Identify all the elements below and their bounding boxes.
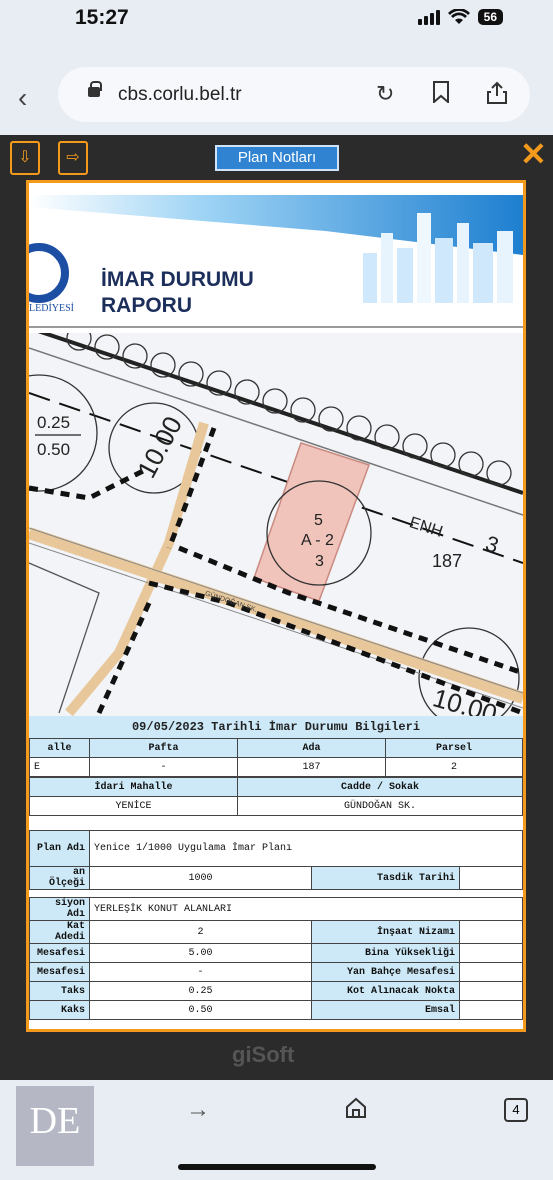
plan-notes-button[interactable]: Plan Notları: [215, 145, 339, 171]
forward-arrow-icon[interactable]: →: [186, 1096, 210, 1124]
label-kaks: Kaks: [29, 1000, 90, 1020]
status-time: 15:27: [75, 6, 129, 29]
cell-cadde-sokak: GÜNDOĞAN SK.: [237, 796, 523, 816]
value-plan-adi: Yenice 1/1000 Uygulama İmar Planı: [89, 830, 523, 867]
battery-icon: 56: [477, 9, 503, 25]
table-gap: [29, 816, 523, 830]
viewer-footer: giSoft: [0, 1032, 553, 1080]
block-no: 187: [432, 551, 462, 571]
watermark-logo: DE: [16, 1086, 94, 1166]
home-icon[interactable]: [344, 1096, 368, 1127]
value-kat-adedi: 2: [89, 920, 312, 944]
close-icon[interactable]: ✕: [520, 135, 547, 173]
cell-pafta: -: [89, 757, 238, 777]
ratio-bottom: 0.50: [37, 440, 70, 459]
zoning-info: 09/05/2023 Tarihli İmar Durumu Bilgileri…: [29, 716, 523, 1020]
info-title: 09/05/2023 Tarihli İmar Durumu Bilgileri: [29, 716, 523, 738]
export-icon[interactable]: ⇨: [58, 141, 88, 175]
city-skyline-icon: [363, 213, 513, 303]
label-plan-olcegi: an Ölçeği: [29, 866, 90, 890]
value-emsal: [459, 1000, 523, 1020]
parcel-bottom: 3: [315, 553, 324, 570]
cell-parsel: 2: [385, 757, 523, 777]
back-chevron-icon[interactable]: ‹: [18, 82, 27, 114]
url-text: cbs.corlu.bel.tr: [118, 84, 242, 105]
col-parsel: Parsel: [385, 738, 523, 758]
info-table-address: İdari Mahalle Cadde / Sokak YENİCE GÜNDO…: [29, 777, 523, 816]
address-bar[interactable]: cbs.corlu.bel.tr ↻: [58, 67, 530, 122]
wifi-icon: [447, 9, 470, 24]
report-title-line1: İMAR DURUMU: [101, 268, 254, 291]
browser-bottom-bar: DE → 4: [0, 1080, 553, 1180]
ratio-top: 0.25: [37, 413, 70, 432]
value-bina-yuksekligi: [459, 943, 523, 963]
col-cadde-sokak: Cadde / Sokak: [237, 777, 523, 797]
label-fonksiyon: siyon Adı: [29, 897, 90, 921]
download-icon[interactable]: ⇩: [10, 141, 40, 175]
value-kaks: 0.50: [89, 1000, 312, 1020]
col-pafta: Pafta: [89, 738, 238, 758]
header-divider: [29, 326, 523, 328]
value-kot: [459, 981, 523, 1001]
cell-idari-mahalle: YENİCE: [29, 796, 238, 816]
reload-icon[interactable]: ↻: [376, 81, 394, 107]
info-table-plan: Plan Adı Yenice 1/1000 Uygulama İmar Pla…: [29, 830, 523, 1020]
logo-caption: LEDİYESİ: [29, 303, 74, 314]
info-table-top: alle Pafta Ada Parsel E - 187 2: [29, 738, 523, 777]
col-idari-mahalle: İdari Mahalle: [29, 777, 238, 797]
label-kot: Kot Alınacak Nokta: [311, 981, 460, 1001]
label-arka-bahce: Mesafesi: [29, 962, 90, 982]
label-yan-bahce: Yan Bahçe Mesafesi: [311, 962, 460, 982]
value-yan-bahce: [459, 962, 523, 982]
value-plan-olcegi: 1000: [89, 866, 312, 890]
report-viewer: ⇩ ⇨ Plan Notları ✕ LEDİYESİ İMAR DURUMU …: [0, 135, 553, 1080]
label-kat-adedi: Kat Adedi: [29, 920, 90, 944]
gisoft-logo: giSoft: [232, 1042, 295, 1067]
zoning-map: 0.25 0.50 10.00 5 A - 2 3 ENH 3 187 GÜND…: [29, 333, 523, 716]
browser-toolbar: ‹ cbs.corlu.bel.tr ↻: [0, 40, 553, 135]
parcel-top: 5: [314, 512, 323, 529]
share-icon[interactable]: [486, 81, 508, 111]
bookmark-icon[interactable]: [432, 81, 450, 109]
signal-icon: [417, 9, 440, 25]
status-icons: 56: [417, 9, 503, 25]
cell-ada: 187: [237, 757, 386, 777]
value-tasdik-tarihi: [459, 866, 523, 890]
lock-icon: [88, 81, 102, 97]
col-mahalle: alle: [29, 738, 90, 758]
label-bina-yuksekligi: Bina Yüksekliği: [311, 943, 460, 963]
label-tasdik-tarihi: Tasdik Tarihi: [311, 866, 460, 890]
report-header: LEDİYESİ İMAR DURUMU RAPORU: [29, 183, 523, 333]
value-on-bahce: 5.00: [89, 943, 312, 963]
label-emsal: Emsal: [311, 1000, 460, 1020]
col-ada: Ada: [237, 738, 386, 758]
status-bar: 15:27 56: [0, 0, 553, 40]
parcel-mid: A - 2: [301, 532, 334, 549]
tabs-button[interactable]: 4: [504, 1098, 528, 1122]
label-taks: Taks: [29, 981, 90, 1001]
cell-mahalle: E: [29, 757, 90, 777]
label-on-bahce: Mesafesi: [29, 943, 90, 963]
report-title: İMAR DURUMU RAPORU: [101, 267, 254, 319]
label-insaat-nizami: İnşaat Nizamı: [311, 920, 460, 944]
report-document: LEDİYESİ İMAR DURUMU RAPORU 0.25 0.50 10…: [26, 180, 526, 1032]
value-arka-bahce: -: [89, 962, 312, 982]
label-plan-adi: Plan Adı: [29, 830, 90, 867]
value-taks: 0.25: [89, 981, 312, 1001]
row-gap: [30, 890, 523, 898]
value-insaat-nizami: [459, 920, 523, 944]
municipality-logo: [29, 243, 69, 303]
report-title-line2: RAPORU: [101, 294, 193, 317]
value-fonksiyon: YERLEŞİK KONUT ALANLARI: [89, 897, 523, 921]
home-indicator: [178, 1164, 376, 1170]
